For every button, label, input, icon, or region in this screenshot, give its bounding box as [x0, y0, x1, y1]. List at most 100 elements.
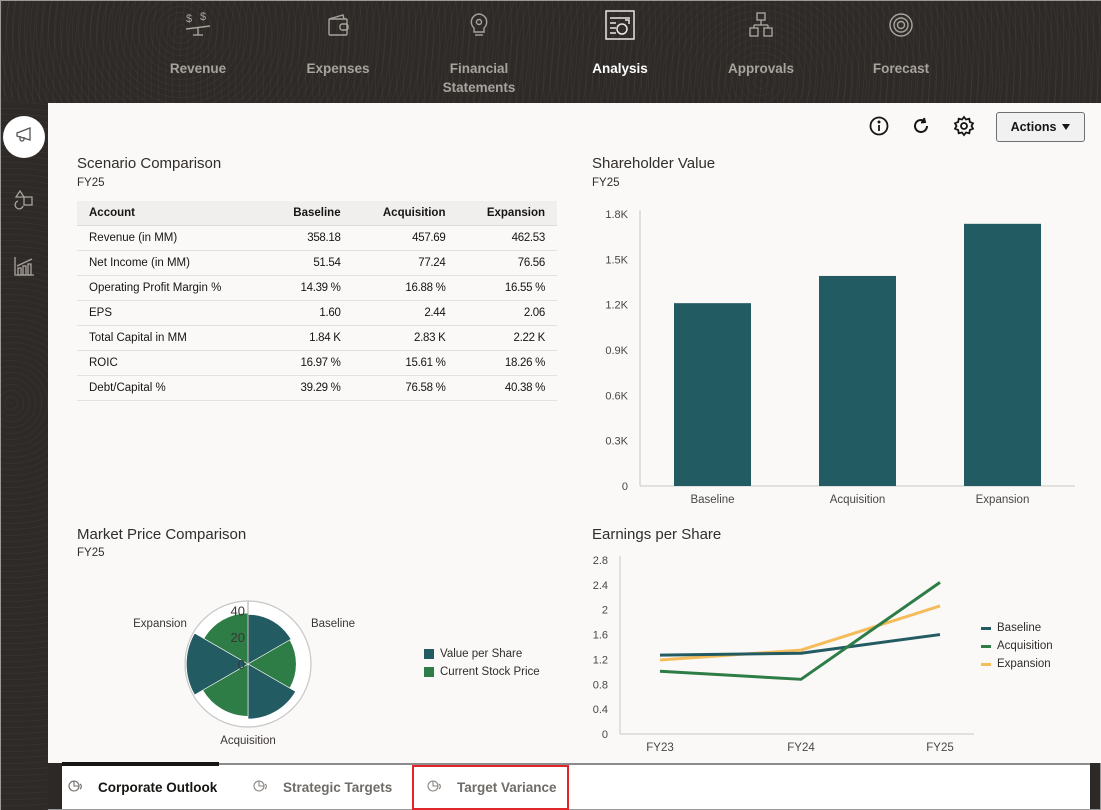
- line-series-acquisition[interactable]: [659, 581, 941, 681]
- line-series-baseline[interactable]: [659, 633, 941, 657]
- megaphone-icon: [14, 126, 34, 149]
- dashboard-icon: [253, 779, 269, 796]
- svg-text:$: $: [200, 11, 206, 23]
- dashboard-content: Actions Scenario Comparison FY25 Account…: [48, 103, 1101, 763]
- actions-label: Actions: [1010, 120, 1057, 134]
- legend-item[interactable]: Baseline: [981, 619, 1053, 637]
- column-header[interactable]: Acquisition: [352, 201, 458, 226]
- account-cell: Revenue (in MM): [77, 225, 267, 251]
- legend-label: Baseline: [997, 622, 1042, 634]
- y-tick-label: 0.8: [593, 679, 608, 691]
- table-row: Operating Profit Margin % 14.39 % 16.88 % 1…: [77, 275, 557, 301]
- lightbulb-icon: [419, 7, 539, 43]
- x-tick-label: FY24: [787, 742, 815, 754]
- nav-item-approvals[interactable]: Approvals: [701, 1, 821, 103]
- dashboard-icon: [68, 779, 84, 796]
- top-navigation: $ $ Revenue Expenses Financial Statement…: [1, 1, 1101, 103]
- bar-chart-icon: [13, 255, 35, 282]
- nav-item-revenue[interactable]: $ $ Revenue: [138, 1, 258, 103]
- shareholder-value-title: Shareholder Value: [592, 155, 716, 172]
- eps-chart: 0 0.4 0.8 1.2 1.6 2 2.4 2.8 FY23 FY24 FY25: [593, 555, 974, 754]
- value-cell: 2.83 K: [352, 325, 458, 351]
- radial-tick-label: 0: [238, 657, 245, 672]
- balance-scale-icon: $ $: [138, 7, 258, 43]
- value-cell: 16.55 %: [457, 275, 557, 301]
- sidebar: [1, 103, 48, 810]
- legend-item[interactable]: Value per Share: [424, 645, 540, 663]
- y-tick-label: 0.4: [593, 704, 608, 716]
- polar-category-label: Expansion: [133, 618, 187, 630]
- sidebar-item-shapes[interactable]: [3, 180, 45, 222]
- shapes-icon: [13, 188, 35, 215]
- nav-item-analysis[interactable]: Analysis: [560, 1, 680, 103]
- tab-label: Corporate Outlook: [98, 779, 218, 795]
- target-variance-highlight: [412, 765, 569, 810]
- tab-label: Strategic Targets: [283, 779, 393, 795]
- value-cell: 51.54: [266, 250, 353, 276]
- market-price-subtitle: FY25: [77, 547, 105, 559]
- y-tick-label: 2.4: [593, 580, 608, 592]
- actions-button[interactable]: Actions: [996, 112, 1085, 142]
- radial-tick-label: 20: [231, 630, 245, 645]
- table-row: Revenue (in MM) 358.18 457.69 462.53: [77, 225, 557, 251]
- refresh-button[interactable]: [910, 117, 932, 139]
- legend-label: Acquisition: [997, 640, 1053, 652]
- legend-swatch: [981, 644, 991, 648]
- nav-item-financial-statements[interactable]: Financial Statements: [419, 1, 539, 103]
- table-row: Total Capital in MM 1.84 K 2.83 K 2.22 K: [77, 325, 557, 351]
- legend-swatch: [424, 649, 434, 659]
- report-chart-icon: [560, 7, 680, 43]
- tab-strategic-targets[interactable]: Strategic Targets: [253, 765, 392, 809]
- value-cell: 18.26 %: [457, 350, 557, 376]
- y-tick-label: 0.6K: [605, 390, 628, 402]
- hierarchy-icon: [701, 7, 821, 43]
- legend-item[interactable]: Current Stock Price: [424, 663, 540, 681]
- settings-button[interactable]: [953, 115, 975, 139]
- app-window: $ $ Revenue Expenses Financial Statement…: [0, 0, 1101, 810]
- y-tick-label: 0.9K: [605, 345, 628, 357]
- polar-category-label: Baseline: [311, 618, 355, 630]
- account-cell: Debt/Capital %: [77, 375, 267, 401]
- x-tick-label: Baseline: [690, 494, 734, 506]
- wallet-icon: [278, 7, 398, 43]
- bar-baseline[interactable]: [674, 303, 751, 486]
- info-button[interactable]: [868, 116, 890, 141]
- bar-expansion[interactable]: [964, 223, 1041, 487]
- table-row: ROIC 16.97 % 15.61 % 18.26 %: [77, 350, 557, 376]
- column-header[interactable]: Account: [77, 201, 267, 226]
- polar-category-label: Acquisition: [220, 735, 276, 747]
- nav-label: Analysis: [592, 61, 648, 76]
- column-header[interactable]: Expansion: [457, 201, 557, 226]
- account-cell: ROIC: [77, 350, 267, 376]
- nav-label: Revenue: [169, 61, 227, 76]
- account-cell: Net Income (in MM): [77, 250, 267, 276]
- table-row: EPS 1.60 2.44 2.06: [77, 300, 557, 326]
- scenario-comparison-table: Account Baseline Acquisition Expansion R…: [77, 201, 557, 401]
- value-cell: 457.69: [352, 225, 458, 251]
- eps-title: Earnings per Share: [592, 526, 722, 543]
- nav-item-expenses[interactable]: Expenses: [278, 1, 398, 103]
- scenario-comparison-subtitle: FY25: [77, 177, 105, 189]
- legend-label: Value per Share: [440, 648, 523, 660]
- bar-acquisition[interactable]: [819, 275, 896, 486]
- shareholder-value-chart: 0 0.3K 0.6K 0.9K 1.2K 1.5K 1.8K Baseline Acquisi…: [605, 209, 1075, 506]
- scenario-comparison-title: Scenario Comparison: [77, 155, 222, 172]
- y-tick-label: 0: [602, 729, 608, 741]
- sidebar-item-announcements[interactable]: [3, 116, 45, 158]
- legend-label: Expansion: [997, 658, 1051, 670]
- legend-item[interactable]: Acquisition: [981, 637, 1053, 655]
- y-tick-label: 2.8: [593, 555, 608, 567]
- nav-label: Approvals: [727, 61, 795, 76]
- value-cell: 2.44: [352, 300, 458, 326]
- info-icon: [869, 116, 889, 141]
- column-header[interactable]: Baseline: [266, 201, 353, 226]
- eps-legend: Baseline Acquisition Expansion: [981, 619, 1053, 673]
- y-tick-label: 1.6: [593, 630, 608, 642]
- nav-item-forecast[interactable]: Forecast: [841, 1, 961, 103]
- y-tick-label: 1.5K: [605, 254, 628, 266]
- market-price-title: Market Price Comparison: [77, 526, 247, 543]
- tab-corporate-outlook[interactable]: Corporate Outlook: [61, 762, 220, 809]
- x-tick-label: FY25: [926, 742, 954, 754]
- sidebar-item-charts[interactable]: [3, 247, 45, 289]
- legend-item[interactable]: Expansion: [981, 655, 1053, 673]
